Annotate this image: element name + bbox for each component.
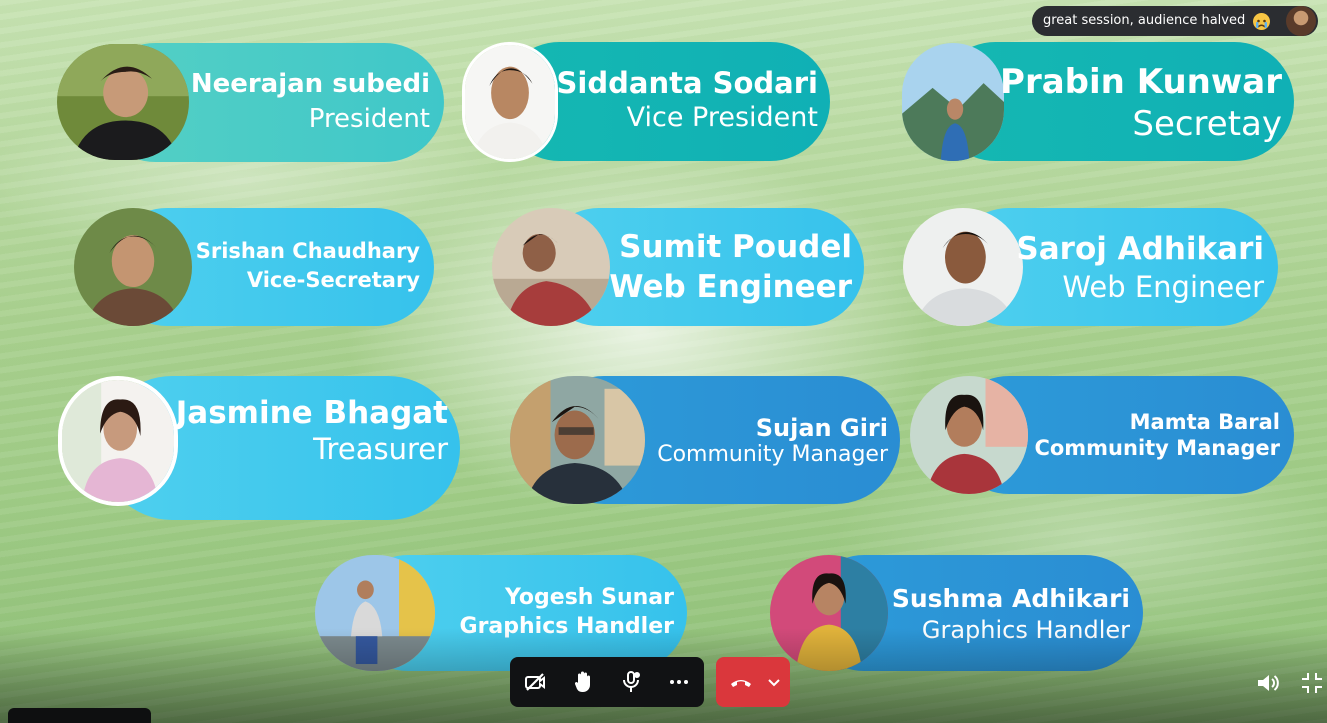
chevron-down-icon[interactable] xyxy=(764,672,784,692)
member-photo xyxy=(57,44,189,160)
member-photo xyxy=(910,376,1028,494)
member-name: Neerajan subedi xyxy=(190,69,430,99)
call-controls-bar xyxy=(510,657,704,707)
member-role: Web Engineer xyxy=(609,269,852,305)
screen-share-icon[interactable] xyxy=(615,666,647,698)
member-photo xyxy=(74,208,192,326)
member-name: Sujan Giri xyxy=(755,414,888,442)
camera-off-icon[interactable] xyxy=(519,666,551,698)
member-role: Vice President xyxy=(626,102,818,133)
member-role: Treasurer xyxy=(313,432,448,466)
member-role: President xyxy=(308,104,430,134)
chat-toast-message: great session, audience halved xyxy=(1043,13,1246,28)
member-role: Community Manager xyxy=(657,442,888,467)
member-name: Mamta Baral xyxy=(1129,410,1280,434)
member-name: Saroj Adhikari xyxy=(1016,231,1264,267)
member-name: Sumit Poudel xyxy=(619,229,852,265)
member-name: Siddanta Sodari xyxy=(556,66,818,100)
member-photo xyxy=(510,376,645,504)
sender-avatar xyxy=(1286,6,1316,36)
member-role: Secretay xyxy=(1132,104,1282,144)
raise-hand-icon[interactable] xyxy=(567,666,599,698)
chat-toast[interactable]: great session, audience halved xyxy=(1032,6,1318,36)
member-name: Sushma Adhikari xyxy=(891,584,1130,613)
member-photo xyxy=(492,208,610,326)
member-photo xyxy=(903,208,1023,326)
member-name: Srishan Chaudhary xyxy=(195,239,420,263)
member-photo xyxy=(462,42,558,162)
hang-up-button[interactable] xyxy=(716,657,790,707)
member-name: Yogesh Sunar xyxy=(505,585,674,610)
member-photo xyxy=(58,376,178,506)
member-photo xyxy=(902,43,1004,161)
crying-face-icon xyxy=(1253,13,1270,30)
member-role: Web Engineer xyxy=(1062,270,1264,304)
member-role: Community Manager xyxy=(1034,436,1280,460)
member-role: Vice-Secretary xyxy=(246,268,420,292)
volume-icon[interactable] xyxy=(1253,669,1281,697)
more-options-icon[interactable] xyxy=(663,666,695,698)
member-name: Prabin Kunwar xyxy=(1000,62,1282,102)
hang-up-icon xyxy=(727,668,755,696)
exit-fullscreen-icon[interactable] xyxy=(1299,670,1325,696)
screen-share-view: Neerajan subedi President Siddanta Sodar… xyxy=(0,0,1327,723)
participant-name-tag xyxy=(8,708,151,723)
member-name: Jasmine Bhagat xyxy=(175,395,448,431)
